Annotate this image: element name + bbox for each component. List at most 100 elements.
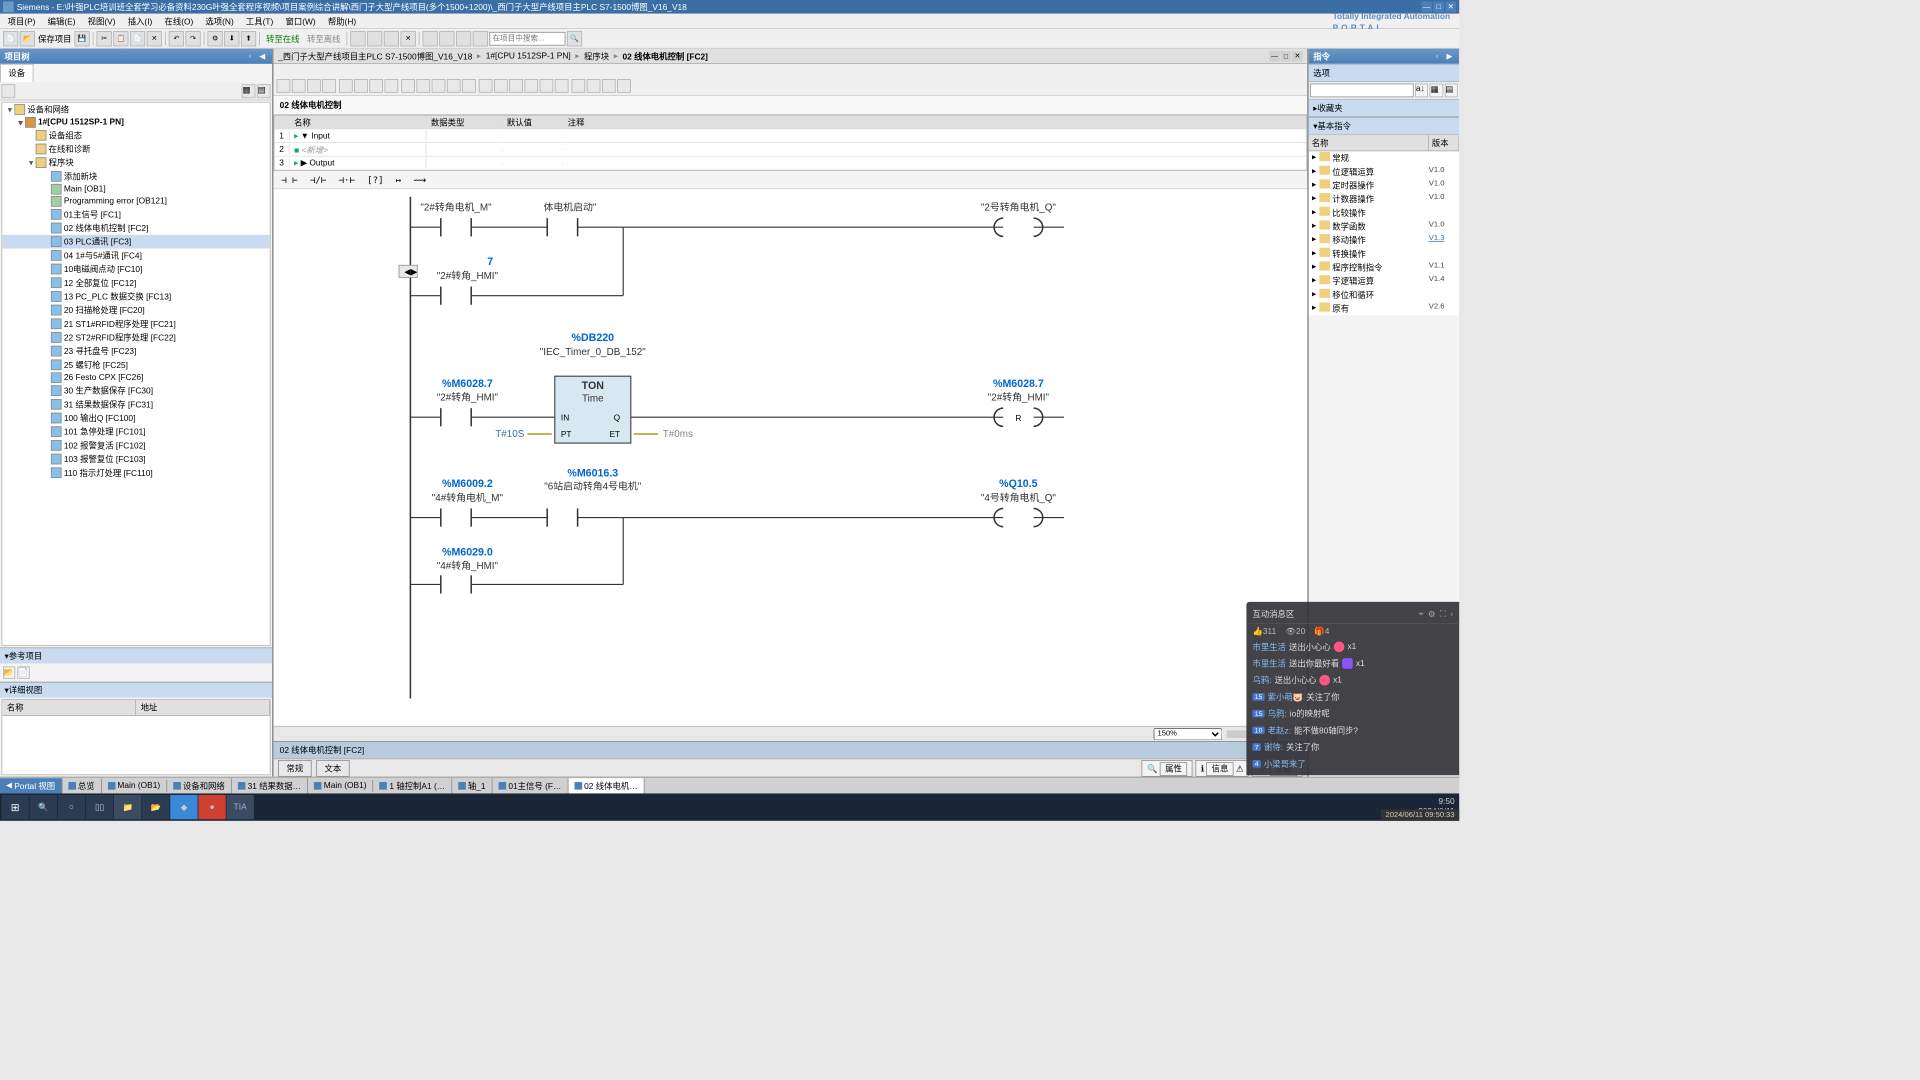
basic-instructions-section[interactable]: ▾ 基本指令 bbox=[1309, 117, 1459, 135]
instruction-row[interactable]: ▸数学函数V1.0 bbox=[1309, 220, 1459, 234]
et-13[interactable] bbox=[462, 79, 476, 93]
lad-no-contact[interactable]: ⊣ ⊢ bbox=[278, 173, 301, 187]
taskbar-cortana[interactable]: ○ bbox=[58, 795, 85, 819]
tab-general[interactable]: 常规 bbox=[278, 760, 311, 777]
tree-item[interactable]: 101 急停处理 [FC101] bbox=[2, 425, 270, 439]
tree-item[interactable]: 添加新块 bbox=[2, 169, 270, 183]
tree-item[interactable]: 22 ST2#RFID程序处理 [FC22] bbox=[2, 331, 270, 345]
tree-item[interactable]: 20 扫描枪处理 [FC20] bbox=[2, 303, 270, 317]
tb-2[interactable] bbox=[367, 31, 382, 46]
tab-devices[interactable]: 设备和网络 bbox=[167, 778, 232, 793]
instruction-row[interactable]: ▸计数器操作V1.0 bbox=[1309, 192, 1459, 206]
menu-options[interactable]: 选项(N) bbox=[199, 13, 239, 28]
copy-button[interactable]: 📋 bbox=[113, 31, 128, 46]
et-8[interactable] bbox=[385, 79, 399, 93]
tb-5[interactable] bbox=[439, 31, 454, 46]
instruction-row[interactable]: ▸位逻辑运算V1.0 bbox=[1309, 165, 1459, 179]
tree-item[interactable]: 在线和诊断 bbox=[2, 142, 270, 156]
tb-6[interactable] bbox=[456, 31, 471, 46]
tb-x[interactable]: ✕ bbox=[401, 31, 416, 46]
tree-item[interactable]: 102 报警复活 [FC102] bbox=[2, 439, 270, 453]
tb-1[interactable] bbox=[350, 31, 365, 46]
et-22[interactable] bbox=[602, 79, 616, 93]
instruction-row[interactable]: ▸比较操作 bbox=[1309, 206, 1459, 220]
interface-row[interactable]: 1▸ ▼ Input bbox=[274, 129, 1306, 143]
save-project-button[interactable]: 保存项目 bbox=[36, 32, 72, 44]
et-5[interactable] bbox=[339, 79, 353, 93]
chat-close-icon[interactable]: › bbox=[1450, 609, 1453, 619]
devices-tab[interactable]: 设备 bbox=[0, 64, 33, 82]
options-section[interactable]: 选项 bbox=[1309, 64, 1459, 82]
menu-edit[interactable]: 编辑(E) bbox=[42, 13, 82, 28]
panel-collapse-icon[interactable]: ◀ bbox=[257, 51, 268, 62]
favorites-section[interactable]: ▸ 收藏夹 bbox=[1309, 99, 1459, 117]
tree-item[interactable]: Programming error [OB121] bbox=[2, 195, 270, 207]
search-button[interactable]: 🔍 bbox=[567, 31, 582, 46]
tree-item[interactable]: 30 生产数据保存 [FC30] bbox=[2, 384, 270, 398]
taskbar-folder[interactable]: 📂 bbox=[142, 795, 169, 819]
chat-pin-icon[interactable]: ⌖ bbox=[1419, 609, 1424, 619]
interface-row[interactable]: 3▸ ▶ Output bbox=[274, 157, 1306, 171]
paste-button[interactable]: 📄 bbox=[130, 31, 145, 46]
crumb-blocks[interactable]: 程序块 bbox=[584, 50, 609, 62]
tab-axis-a1[interactable]: 1 轴控制A1 (… bbox=[373, 778, 452, 793]
upload-button[interactable]: ⬆ bbox=[241, 31, 256, 46]
instr-collapse-icon[interactable]: ▶ bbox=[1444, 51, 1455, 62]
et-10[interactable] bbox=[416, 79, 430, 93]
delete-button[interactable]: ✕ bbox=[147, 31, 162, 46]
tab-axis-1[interactable]: 轴_1 bbox=[452, 778, 492, 793]
menu-window[interactable]: 窗口(W) bbox=[279, 13, 321, 28]
lad-contact[interactable]: ⊣·⊢ bbox=[335, 173, 358, 187]
tree-item[interactable]: 100 输出Q [FC100] bbox=[2, 411, 270, 425]
portal-view-tab[interactable]: ◀ Portal 视图 bbox=[0, 778, 62, 793]
et-2[interactable] bbox=[292, 79, 306, 93]
instruction-row[interactable]: ▸定时器操作V1.0 bbox=[1309, 179, 1459, 193]
instruction-row[interactable]: ▸字逻辑运算V1.4 bbox=[1309, 274, 1459, 288]
tree-item[interactable]: 13 PC_PLC 数据交换 [FC13] bbox=[2, 290, 270, 304]
instruction-row[interactable]: ▸常规 bbox=[1309, 151, 1459, 165]
et-20[interactable] bbox=[572, 79, 586, 93]
panel-pin-icon[interactable]: ▫ bbox=[245, 51, 256, 62]
new-project-button[interactable]: 📄 bbox=[3, 31, 18, 46]
menu-view[interactable]: 视图(V) bbox=[82, 13, 122, 28]
et-21[interactable] bbox=[587, 79, 601, 93]
chat-expand-icon[interactable]: ⛶ bbox=[1440, 609, 1446, 619]
instruction-row[interactable]: ▸移动操作V1.3 bbox=[1309, 233, 1459, 247]
et-12[interactable] bbox=[447, 79, 461, 93]
menu-tools[interactable]: 工具(T) bbox=[240, 13, 280, 28]
et-3[interactable] bbox=[307, 79, 321, 93]
instr-btn-1[interactable]: ▦ bbox=[1430, 84, 1443, 98]
tree-plc[interactable]: ▾ 1#[CPU 1512SP-1 PN] bbox=[2, 116, 270, 128]
ref-btn-2[interactable]: 📄 bbox=[17, 667, 29, 679]
tree-item[interactable]: 01主信号 [FC1] bbox=[2, 207, 270, 221]
tree-item[interactable]: 03 PLC通讯 [FC3] bbox=[2, 235, 270, 249]
taskbar-search[interactable]: 🔍 bbox=[30, 795, 57, 819]
instruction-row[interactable]: ▸原有V2.6 bbox=[1309, 302, 1459, 316]
tree-item[interactable]: 12 全部复位 [FC12] bbox=[2, 276, 270, 290]
open-project-button[interactable]: 📂 bbox=[20, 31, 35, 46]
lad-branch-close[interactable]: ⟿ bbox=[410, 173, 429, 187]
instr-btn-2[interactable]: ▤ bbox=[1444, 84, 1457, 98]
tree-item[interactable]: 设备组态 bbox=[2, 128, 270, 142]
tree-item[interactable]: 31 结果数据保存 [FC31] bbox=[2, 397, 270, 411]
et-11[interactable] bbox=[432, 79, 446, 93]
tree-item[interactable]: 110 指示灯处理 [FC110] bbox=[2, 466, 270, 480]
instruction-row[interactable]: ▸转换操作 bbox=[1309, 247, 1459, 261]
project-search-input[interactable] bbox=[489, 32, 565, 46]
et-1[interactable] bbox=[277, 79, 291, 93]
tree-item[interactable]: 103 报警复位 [FC103] bbox=[2, 452, 270, 466]
tree-item[interactable]: 10电磁阀点动 [FC10] bbox=[2, 262, 270, 276]
tab-main-ob1-1[interactable]: Main (OB1) bbox=[101, 779, 167, 791]
editor-close[interactable]: ✕ bbox=[1292, 51, 1303, 62]
prop-properties[interactable]: 🔍 属性 bbox=[1142, 760, 1193, 777]
reference-project-header[interactable]: ▾参考项目 bbox=[0, 648, 272, 663]
tab-text[interactable]: 文本 bbox=[316, 760, 349, 777]
editor-maximize[interactable]: □ bbox=[1281, 51, 1292, 62]
et-23[interactable] bbox=[617, 79, 631, 93]
block-interface-grid[interactable]: 名称 数据类型 默认值 注释 1▸ ▼ Input2■ <新增>3▸ ▶ Out… bbox=[274, 115, 1308, 171]
lad-branch-open[interactable]: ↦ bbox=[393, 173, 405, 187]
instruction-row[interactable]: ▸移位和循环 bbox=[1309, 288, 1459, 302]
et-18[interactable] bbox=[540, 79, 554, 93]
tb-3[interactable] bbox=[384, 31, 399, 46]
tab-main-ob1-2[interactable]: Main (OB1) bbox=[308, 779, 374, 791]
